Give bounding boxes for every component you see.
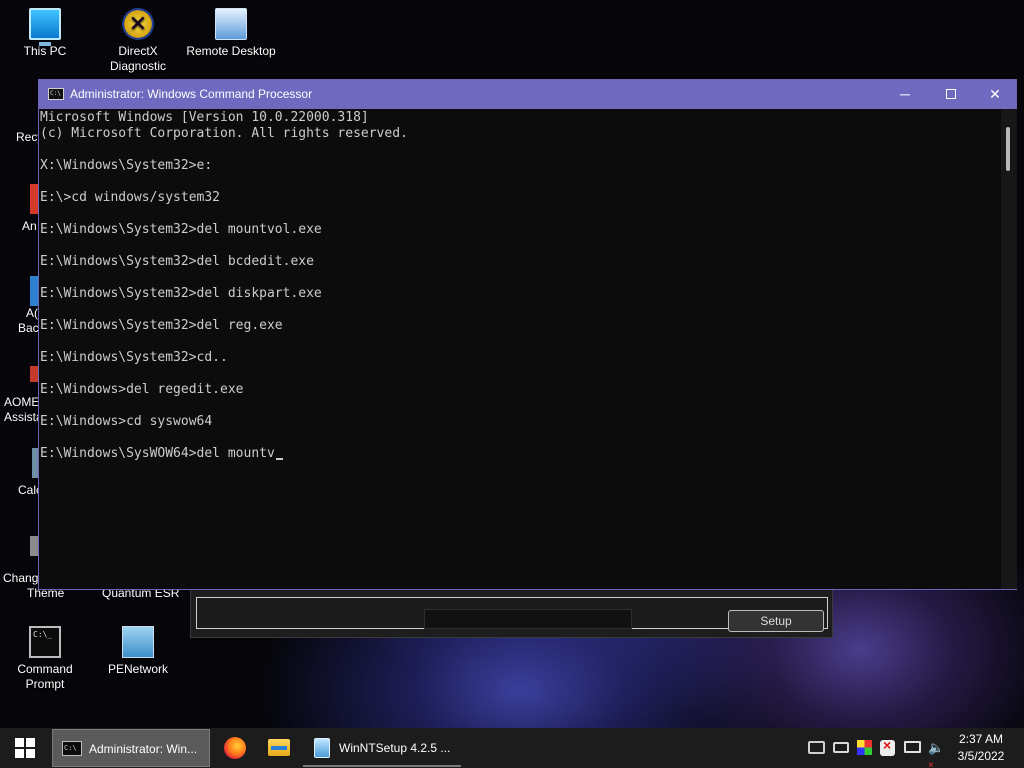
firefox-icon	[224, 737, 246, 759]
title-bar[interactable]: C:\ Administrator: Windows Command Proce…	[39, 80, 1016, 109]
console-line: E:\>cd windows/system32	[40, 190, 1001, 206]
winntsetup-panel: Setup	[196, 597, 828, 632]
clock[interactable]: 2:37 AM 3/5/2022	[950, 731, 1012, 765]
desktop-icon-directx-diagnostic[interactable]: ✕ DirectX Diagnostic	[93, 8, 183, 74]
taskbar: C:\ Administrator: Win... WinNTSetup 4.2…	[0, 728, 1024, 768]
text-cursor	[275, 458, 283, 460]
progress-bar	[424, 609, 632, 629]
speaker-icon: 🔈	[928, 740, 945, 755]
cmd-icon: C:\	[62, 741, 82, 756]
console-line: E:\Windows\System32>del reg.exe	[40, 318, 1001, 334]
console-line: E:\Windows>del regedit.exe	[40, 382, 1001, 398]
maximize-icon	[946, 88, 956, 99]
taskbar-item-label: WinNTSetup 4.2.5 ...	[339, 741, 451, 755]
command-prompt-icon: C:\_	[29, 626, 61, 658]
keyboard-icon[interactable]	[833, 742, 849, 753]
computer-icon	[29, 8, 61, 46]
scrollbar-thumb[interactable]	[1006, 127, 1010, 171]
winntsetup-window[interactable]: Setup	[190, 588, 833, 638]
console-line-text: E:\Windows\System32>del bcdedit.exe	[40, 254, 314, 269]
console-line-text: E:\Windows>cd syswow64	[40, 414, 213, 429]
network-icon[interactable]	[808, 741, 825, 754]
desktop-icon-this-pc[interactable]: This PC	[0, 8, 90, 59]
console-line: E:\Windows\System32>del mountvol.exe	[40, 222, 1001, 238]
taskbar-item-label: Administrator: Win...	[89, 742, 198, 756]
winntsetup-icon	[314, 738, 330, 758]
desktop-icon-penetwork[interactable]: PENetwork	[93, 626, 183, 677]
volume-icon[interactable]: 🔈×	[928, 740, 946, 768]
display-icon[interactable]	[904, 741, 921, 753]
console-output[interactable]: Microsoft Windows [Version 10.0.22000.31…	[39, 109, 1001, 589]
console-line-text: E:\Windows\System32>del reg.exe	[40, 318, 283, 333]
desktop-icon-label: PENetwork	[107, 662, 169, 676]
desktop-icon-partial-label: Bac	[18, 321, 39, 335]
directx-icon: ✕	[122, 8, 154, 40]
console-line: E:\Windows\SysWOW64>del mountv	[40, 446, 1001, 462]
desktop-icon-label: DirectX Diagnostic	[109, 44, 167, 73]
desktop-icon-partial-label: A(	[26, 306, 38, 320]
network-icon	[122, 626, 154, 658]
window-title: Administrator: Windows Command Processor	[70, 87, 313, 101]
mute-icon: ×	[928, 760, 934, 768]
minimize-icon: ─	[900, 86, 910, 102]
setup-button[interactable]: Setup	[728, 610, 824, 632]
console-line: E:\Windows\System32>cd..	[40, 350, 1001, 366]
console-line-text: (c) Microsoft Corporation. All rights re…	[40, 126, 408, 141]
desktop-icon-command-prompt[interactable]: C:\_ Command Prompt	[0, 626, 90, 692]
desktop-icon-partial-label: An	[22, 219, 37, 233]
console-line-text: Microsoft Windows [Version 10.0.22000.31…	[40, 110, 369, 125]
cmd-icon: C:\	[48, 88, 64, 100]
desktop-icon-label: Command Prompt	[17, 662, 73, 691]
clock-date: 3/5/2022	[957, 749, 1005, 763]
console-line-text: E:\Windows\SysWOW64>del mountv	[40, 446, 275, 461]
color-icon[interactable]	[857, 740, 872, 755]
console-line: E:\Windows\System32>del diskpart.exe	[40, 286, 1001, 302]
console-line-text: E:\>cd windows/system32	[40, 190, 221, 205]
close-button[interactable]: ✕	[972, 80, 1018, 109]
file-explorer-icon	[268, 739, 290, 756]
desktop-icon-label: This PC	[23, 44, 67, 58]
taskbar-item-file-explorer[interactable]	[259, 729, 299, 767]
console-line-text: E:\Windows\System32>cd..	[40, 350, 228, 365]
clock-time: 2:37 AM	[958, 732, 1004, 746]
maximize-button[interactable]	[928, 80, 974, 109]
console-line-text: E:\Windows\System32>del mountvol.exe	[40, 222, 322, 237]
taskbar-item-winntsetup[interactable]: WinNTSetup 4.2.5 ...	[303, 729, 461, 767]
minimize-button[interactable]: ─	[882, 80, 928, 109]
taskbar-item-firefox[interactable]	[215, 729, 255, 767]
security-icon[interactable]	[880, 737, 895, 756]
windows-logo-icon	[15, 738, 35, 758]
console-line: E:\Windows\System32>del bcdedit.exe	[40, 254, 1001, 270]
scrollbar[interactable]	[1001, 109, 1017, 589]
remote-desktop-icon	[215, 8, 247, 40]
desktop-icon-partial-label: Assista	[4, 410, 43, 424]
desktop-icon-partial-label: AOME	[4, 395, 40, 409]
console-line: E:\Windows>cd syswow64	[40, 414, 1001, 430]
start-button[interactable]	[0, 728, 50, 768]
console-line: (c) Microsoft Corporation. All rights re…	[40, 126, 1001, 142]
taskbar-item-cmd[interactable]: C:\ Administrator: Win...	[52, 729, 210, 767]
cmd-window[interactable]: C:\ Administrator: Windows Command Proce…	[38, 79, 1017, 590]
console-line: X:\Windows\System32>e:	[40, 158, 1001, 174]
close-icon: ✕	[989, 86, 1001, 102]
console-line-text: X:\Windows\System32>e:	[40, 158, 213, 173]
console-line: Microsoft Windows [Version 10.0.22000.31…	[40, 110, 1001, 126]
desktop-icon-remote-desktop[interactable]: Remote Desktop	[186, 8, 276, 59]
desktop-icon-label: Remote Desktop	[186, 44, 276, 58]
console-line-text: E:\Windows>del regedit.exe	[40, 382, 244, 397]
console-line-text: E:\Windows\System32>del diskpart.exe	[40, 286, 322, 301]
